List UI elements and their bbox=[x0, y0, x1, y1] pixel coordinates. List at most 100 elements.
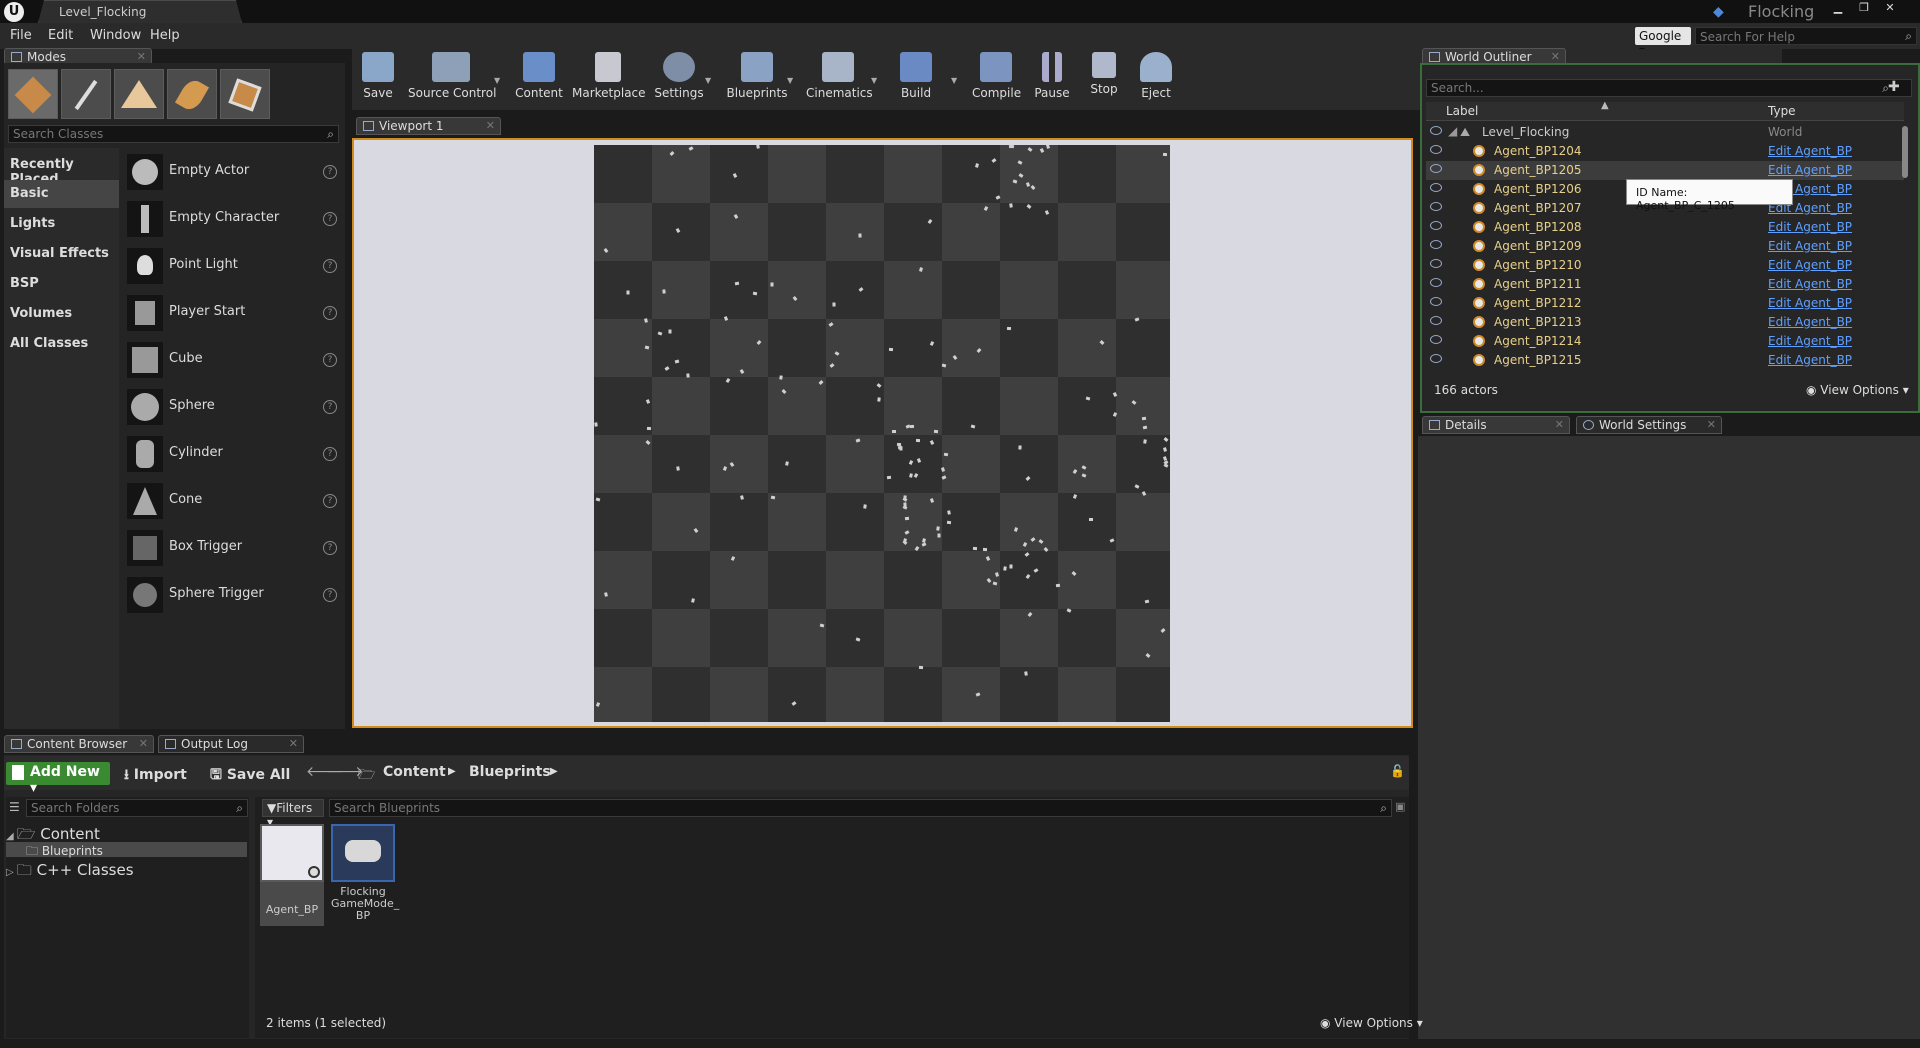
agent-actor[interactable] bbox=[688, 145, 694, 151]
agent-actor[interactable] bbox=[1009, 145, 1014, 149]
tree-row[interactable]: Agent_BP1214 Edit Agent_BP bbox=[1426, 332, 1904, 351]
category-bsp[interactable]: BSP bbox=[4, 270, 119, 298]
agent-actor[interactable] bbox=[918, 266, 923, 272]
outliner-search-input[interactable]: Search... ⌕ bbox=[1426, 79, 1912, 97]
help-icon[interactable]: ? bbox=[323, 400, 337, 414]
agent-actor[interactable] bbox=[936, 526, 941, 531]
compile-button[interactable]: Compile bbox=[972, 52, 1021, 108]
class-box-trigger[interactable]: Box Trigger? bbox=[127, 526, 343, 570]
tab-world-settings[interactable]: World Settings ✕ bbox=[1576, 416, 1722, 434]
agent-actor[interactable] bbox=[779, 374, 784, 380]
eye-icon[interactable] bbox=[1430, 259, 1442, 268]
agent-actor[interactable] bbox=[595, 701, 601, 707]
agent-actor[interactable] bbox=[1022, 542, 1028, 548]
outliner-scrollbar[interactable] bbox=[1902, 126, 1908, 178]
tree-blueprints[interactable]: 🗀 Blueprints bbox=[6, 842, 247, 858]
row-type-link[interactable]: Edit Agent_BP bbox=[1768, 315, 1852, 329]
class-cube[interactable]: Cube? bbox=[127, 338, 343, 382]
agent-actor[interactable] bbox=[973, 546, 978, 550]
cinematics-dropdown-icon[interactable]: ▼ bbox=[871, 76, 879, 85]
agent-actor[interactable] bbox=[729, 461, 735, 467]
lock-icon[interactable]: 🔓 bbox=[1390, 764, 1405, 778]
agent-actor[interactable] bbox=[753, 291, 758, 295]
outliner-view-options[interactable]: ◉ View Options ▾ bbox=[1806, 383, 1909, 397]
eye-icon[interactable] bbox=[1430, 354, 1442, 363]
class-sphere[interactable]: Sphere? bbox=[127, 385, 343, 429]
save-all-button[interactable]: 🖫 Save All bbox=[210, 764, 290, 788]
agent-actor[interactable] bbox=[902, 540, 908, 546]
tree-row[interactable]: Agent_BP1209 Edit Agent_BP bbox=[1426, 237, 1904, 256]
agent-actor[interactable] bbox=[1027, 147, 1033, 153]
save-button[interactable]: Save bbox=[358, 52, 398, 108]
agent-actor[interactable] bbox=[819, 623, 825, 628]
help-engine-dropdown[interactable]: Google ▾ bbox=[1635, 27, 1691, 57]
build-dropdown-icon[interactable]: ▼ bbox=[951, 76, 959, 85]
row-type-link[interactable]: Edit Agent_BP bbox=[1768, 277, 1852, 291]
help-search-input[interactable]: Search For Help ⌕ bbox=[1695, 27, 1917, 45]
category-all-classes[interactable]: All Classes bbox=[4, 330, 119, 358]
blueprints-button[interactable]: Blueprints bbox=[726, 52, 788, 108]
agent-actor[interactable] bbox=[1142, 425, 1147, 429]
eye-icon[interactable] bbox=[1430, 297, 1442, 306]
agent-actor[interactable] bbox=[946, 520, 952, 524]
agent-actor[interactable] bbox=[662, 288, 666, 294]
eye-icon[interactable] bbox=[1430, 240, 1442, 249]
help-icon[interactable]: ? bbox=[323, 306, 337, 320]
row-type-link[interactable]: Edit Agent_BP bbox=[1768, 353, 1852, 367]
stop-button[interactable]: Stop bbox=[1088, 52, 1120, 108]
agent-actor[interactable] bbox=[1143, 439, 1147, 444]
agent-actor[interactable] bbox=[983, 205, 988, 211]
agent-actor[interactable] bbox=[902, 504, 908, 510]
agent-actor[interactable] bbox=[739, 494, 744, 500]
search-classes-input[interactable]: Search Classes ⌕ bbox=[8, 125, 339, 143]
close-icon[interactable]: ✕ bbox=[486, 119, 495, 132]
agent-actor[interactable] bbox=[1112, 411, 1118, 417]
search-folders-input[interactable]: Search Folders ⌕ bbox=[26, 799, 248, 817]
row-type-link[interactable]: Edit Agent_BP bbox=[1768, 163, 1852, 177]
foliage-mode-button[interactable] bbox=[167, 69, 217, 119]
eye-icon[interactable] bbox=[1430, 145, 1442, 154]
agent-actor[interactable] bbox=[603, 592, 608, 597]
tree-row[interactable]: Agent_BP1204 Edit Agent_BP bbox=[1426, 142, 1904, 161]
agent-actor[interactable] bbox=[982, 548, 987, 552]
help-icon[interactable]: ? bbox=[323, 165, 337, 179]
agent-actor[interactable] bbox=[1145, 653, 1151, 659]
tab-output-log[interactable]: Output Log ✕ bbox=[158, 735, 304, 753]
agent-actor[interactable] bbox=[994, 571, 999, 577]
agent-actor[interactable] bbox=[1003, 566, 1007, 571]
row-type-link[interactable]: Edit Agent_BP bbox=[1768, 144, 1852, 158]
close-icon[interactable]: ✕ bbox=[1555, 418, 1564, 431]
agent-actor[interactable] bbox=[976, 347, 982, 353]
add-icon[interactable]: ✚ bbox=[1888, 79, 1900, 95]
category-volumes[interactable]: Volumes bbox=[4, 300, 119, 328]
agent-actor[interactable] bbox=[910, 425, 915, 429]
row-type-link[interactable]: Edit Agent_BP bbox=[1768, 239, 1852, 253]
eye-icon[interactable] bbox=[1430, 335, 1442, 344]
tab-details[interactable]: Details ✕ bbox=[1422, 416, 1570, 434]
minimize-button[interactable]: ▁ bbox=[1829, 1, 1847, 15]
category-recently-placed[interactable]: Recently Placed bbox=[4, 151, 119, 187]
tree-row[interactable]: Agent_BP1215 Edit Agent_BP bbox=[1426, 351, 1904, 370]
eye-icon[interactable] bbox=[1430, 183, 1442, 192]
agent-actor[interactable] bbox=[832, 302, 836, 307]
eye-icon[interactable] bbox=[1430, 221, 1442, 230]
geometry-mode-button[interactable] bbox=[220, 69, 270, 119]
eye-icon[interactable] bbox=[1430, 278, 1442, 287]
row-type-link[interactable]: Edit Agent_BP bbox=[1768, 334, 1852, 348]
sources-toggle-icon[interactable]: ☰ bbox=[9, 800, 20, 814]
agent-actor[interactable] bbox=[1030, 536, 1036, 542]
tree-row[interactable]: Agent_BP1210 Edit Agent_BP bbox=[1426, 256, 1904, 275]
agent-actor[interactable] bbox=[1131, 400, 1137, 406]
class-empty-actor[interactable]: Empty Actor? bbox=[127, 150, 343, 194]
help-icon[interactable]: ? bbox=[323, 259, 337, 273]
agent-actor[interactable] bbox=[792, 296, 797, 302]
agent-actor[interactable] bbox=[669, 151, 675, 157]
agent-actor[interactable] bbox=[941, 474, 947, 480]
help-icon[interactable]: ? bbox=[323, 588, 337, 602]
close-icon[interactable]: ✕ bbox=[139, 737, 148, 750]
agent-actor[interactable] bbox=[676, 465, 680, 471]
tree-row[interactable]: Agent_BP1208 Edit Agent_BP bbox=[1426, 218, 1904, 237]
category-basic[interactable]: Basic bbox=[4, 180, 119, 208]
row-type-link[interactable]: Edit Agent_BP bbox=[1768, 258, 1852, 272]
agent-actor[interactable] bbox=[1014, 527, 1019, 532]
